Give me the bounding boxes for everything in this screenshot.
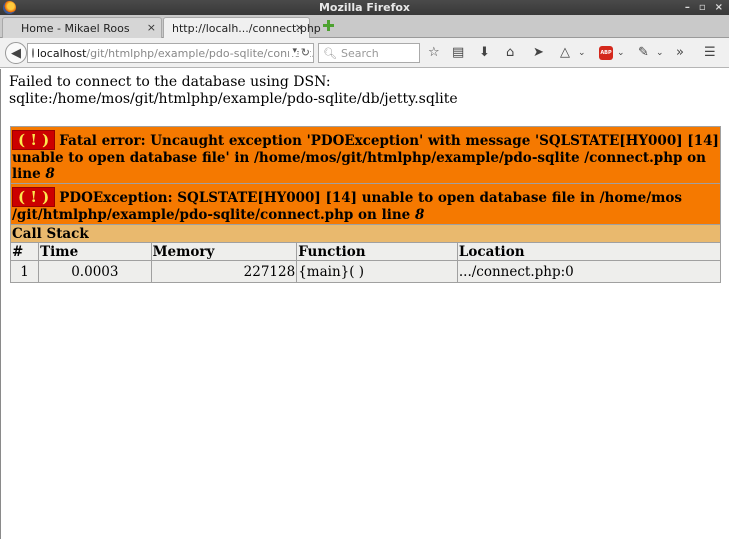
row-time: 0.0003 bbox=[38, 260, 152, 283]
pocket-send-icon[interactable]: ➤ bbox=[533, 44, 544, 62]
dropdown-chevron-icon[interactable]: ⌄ bbox=[617, 44, 625, 62]
call-stack-header: Call Stack bbox=[10, 224, 721, 243]
maximize-button[interactable]: ▫ bbox=[699, 0, 706, 15]
firefox-logo-icon bbox=[3, 1, 16, 14]
row-location: .../connect.php:0 bbox=[456, 260, 722, 283]
downloads-icon[interactable]: ⬇ bbox=[479, 44, 490, 62]
row-number: 1 bbox=[9, 260, 40, 283]
window-titlebar: Mozilla Firefox – ▫ × bbox=[0, 0, 729, 15]
new-tab-plus-icon[interactable] bbox=[322, 19, 335, 32]
close-window-button[interactable]: × bbox=[715, 0, 723, 15]
tab-home-mikael-roos[interactable]: Home - Mikael Roos × bbox=[2, 17, 162, 38]
window-title: Mozilla Firefox bbox=[318, 1, 411, 14]
search-placeholder: Search bbox=[340, 46, 379, 60]
table-row: 1 0.0003 227128 {main}( ) .../connect.ph… bbox=[9, 260, 722, 283]
navigation-toolbar: ◀ localhost /git/htmlphp/example/pdo-sql… bbox=[0, 38, 729, 68]
call-stack-title: Call Stack bbox=[10, 224, 721, 243]
url-path: /git/htmlphp/example/pdo-sqlite/connect.… bbox=[86, 46, 314, 60]
tab-label: Home - Mikael Roos bbox=[21, 21, 130, 35]
pdo-exception-line: 8 bbox=[414, 207, 425, 223]
reload-icon[interactable]: ↻ bbox=[298, 46, 310, 59]
reading-list-icon[interactable]: ▤ bbox=[452, 44, 464, 62]
overflow-chevron-icon[interactable]: » bbox=[676, 44, 684, 62]
minimize-button[interactable]: – bbox=[685, 0, 690, 15]
connection-error-message: Failed to connect to the database using … bbox=[9, 74, 458, 108]
close-tab-icon[interactable]: × bbox=[295, 21, 304, 34]
eyedropper-icon[interactable]: ✎ bbox=[638, 44, 649, 62]
close-tab-icon[interactable]: × bbox=[147, 21, 156, 34]
column-header-function: Function bbox=[296, 242, 458, 261]
url-host: localhost bbox=[37, 46, 87, 60]
adblock-plus-icon[interactable]: ABP bbox=[599, 46, 613, 60]
column-header-time: Time bbox=[38, 242, 152, 261]
home-icon[interactable]: ⌂ bbox=[506, 44, 514, 62]
column-header-location: Location bbox=[456, 242, 722, 261]
menu-hamburger-icon[interactable]: ☰ bbox=[704, 44, 716, 62]
url-dropdown-icon[interactable]: ▾ bbox=[289, 46, 297, 56]
column-header-memory: Memory bbox=[150, 242, 298, 261]
dropdown-chevron-icon[interactable]: ⌄ bbox=[578, 44, 586, 62]
dropdown-chevron-icon[interactable]: ⌄ bbox=[656, 44, 664, 62]
fatal-error-text: Fatal error: Uncaught exception 'PDOExce… bbox=[12, 133, 719, 182]
pdo-exception-row: ( ! ) PDOException: SQLSTATE[HY000] [14] … bbox=[10, 183, 721, 225]
row-memory: 227128 bbox=[150, 260, 298, 283]
column-header-number: # bbox=[9, 242, 40, 261]
message-line-2: sqlite:/home/mos/git/htmlphp/example/pdo… bbox=[9, 91, 458, 107]
search-input[interactable]: 🔍︎ Search bbox=[318, 43, 420, 63]
error-icon: ( ! ) bbox=[12, 130, 56, 150]
xdebug-error-table: ( ! ) Fatal error: Uncaught exception 'PD… bbox=[9, 126, 722, 283]
back-arrow-icon: ◀ bbox=[11, 45, 21, 61]
error-icon: ( ! ) bbox=[12, 187, 56, 207]
message-line-1: Failed to connect to the database using … bbox=[9, 74, 331, 90]
back-button[interactable]: ◀ bbox=[5, 42, 27, 64]
fatal-error-line: 8 bbox=[45, 166, 55, 182]
page-content: Failed to connect to the database using … bbox=[0, 69, 729, 539]
tab-connect-php[interactable]: http://localh.../connect.php × bbox=[163, 17, 321, 38]
pdo-exception-text: PDOException: SQLSTATE[HY000] [14] unabl… bbox=[12, 190, 683, 223]
fatal-error-row: ( ! ) Fatal error: Uncaught exception 'PD… bbox=[10, 126, 721, 184]
window-controls: – ▫ × bbox=[685, 0, 723, 15]
call-stack-columns: # Time Memory Function Location bbox=[9, 242, 722, 261]
sync-triangle-icon[interactable]: △ bbox=[560, 44, 570, 62]
bookmark-star-icon[interactable]: ☆ bbox=[428, 44, 440, 62]
tab-strip: Home - Mikael Roos × http://localh.../co… bbox=[0, 15, 729, 38]
search-icon: 🔍︎ bbox=[323, 46, 337, 60]
globe-icon bbox=[32, 48, 34, 58]
url-bar[interactable]: localhost /git/htmlphp/example/pdo-sqlit… bbox=[27, 43, 314, 63]
row-function: {main}( ) bbox=[296, 260, 458, 283]
